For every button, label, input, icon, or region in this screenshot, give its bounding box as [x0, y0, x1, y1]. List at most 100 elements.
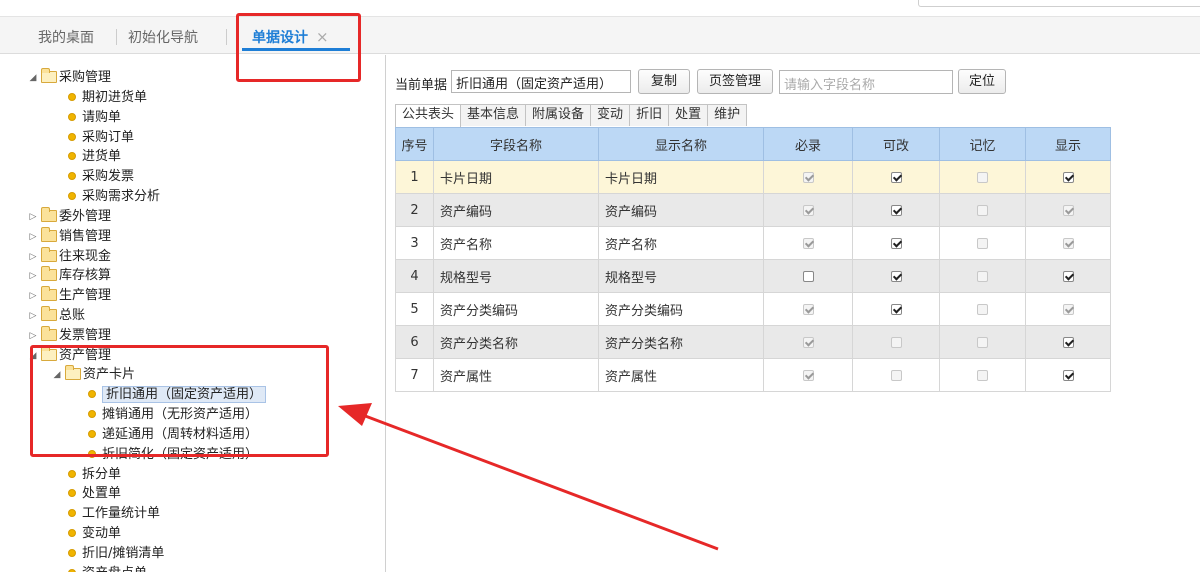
expanded-arrow-icon[interactable]: ◢ — [52, 365, 62, 385]
table-row[interactable]: 2 资产编码 资产编码 — [395, 193, 1111, 227]
tree-item-label: 请购单 — [82, 110, 122, 125]
show-checkbox[interactable] — [1062, 336, 1074, 348]
show-cell — [1025, 259, 1111, 293]
tree-leaf[interactable]: 资产盘点单 — [68, 564, 147, 572]
tree-leaf[interactable]: 摊销通用（无形资产适用） — [88, 405, 258, 425]
sub-tab[interactable]: 折旧 — [629, 104, 670, 126]
tree-leaf[interactable]: 处置单 — [68, 484, 121, 504]
tree-folder[interactable]: ◢ 资产卡片 — [52, 364, 136, 385]
table-row[interactable]: 4 规格型号 规格型号 — [395, 259, 1111, 293]
top-strip — [0, 0, 1200, 17]
collapsed-arrow-icon[interactable]: ▷ — [28, 207, 38, 227]
editable-checkbox[interactable] — [890, 270, 902, 282]
sub-tab[interactable]: 公共表头 — [395, 104, 462, 127]
tree-folder[interactable]: ▷ 往来现金 — [28, 246, 111, 267]
tree-leaf[interactable]: 进货单 — [68, 147, 121, 167]
editable-checkbox — [890, 369, 902, 381]
tree-folder[interactable]: ◢ 资产管理 — [28, 345, 111, 366]
display-name: 资产分类名称 — [598, 325, 764, 359]
document-dot-icon — [88, 409, 96, 418]
tree-leaf[interactable]: 采购发票 — [68, 167, 134, 187]
tree-folder[interactable]: ▷ 生产管理 — [28, 285, 112, 306]
folder-icon — [65, 364, 81, 380]
tree-folder[interactable]: ▷ 发票管理 — [28, 325, 111, 346]
sub-tab[interactable]: 维护 — [707, 104, 748, 126]
collapsed-arrow-icon[interactable]: ▷ — [28, 286, 38, 306]
tree-folder[interactable]: ▷ 库存核算 — [28, 265, 111, 286]
expanded-arrow-icon[interactable]: ◢ — [28, 346, 38, 366]
tree-leaf[interactable]: 折旧通用（固定资产适用） — [88, 385, 267, 405]
tab-init-nav[interactable]: 初始化导航 — [128, 27, 198, 47]
required-checkbox — [802, 303, 814, 315]
table-row[interactable]: 7 资产属性 资产属性 — [395, 358, 1111, 392]
expanded-arrow-icon[interactable]: ◢ — [28, 68, 38, 88]
tree-leaf[interactable]: 折旧简化（固定资产适用） — [88, 445, 258, 465]
sub-tab[interactable]: 处置 — [668, 104, 709, 126]
tree-item-label: 生产管理 — [59, 288, 112, 303]
show-checkbox[interactable] — [1062, 171, 1074, 183]
memory-cell — [939, 325, 1026, 359]
table-row[interactable]: 6 资产分类名称 资产分类名称 — [395, 325, 1111, 359]
editable-checkbox[interactable] — [890, 204, 902, 216]
tree-folder[interactable]: ▷ 总账 — [28, 305, 85, 326]
tree-leaf[interactable]: 采购订单 — [68, 128, 134, 148]
tree-leaf[interactable]: 递延通用（周转材料适用） — [88, 425, 258, 445]
memory-checkbox — [977, 237, 988, 249]
tree-folder[interactable]: ▷ 委外管理 — [28, 206, 111, 227]
collapsed-arrow-icon[interactable]: ▷ — [28, 227, 38, 247]
table-row[interactable]: 3 资产名称 资产名称 — [395, 226, 1111, 260]
table-row[interactable]: 1 卡片日期 卡片日期 — [395, 160, 1111, 194]
collapsed-arrow-icon[interactable]: ▷ — [28, 247, 38, 267]
tree-item-label: 销售管理 — [59, 229, 112, 244]
collapsed-arrow-icon[interactable]: ▷ — [28, 266, 38, 286]
display-name: 卡片日期 — [598, 160, 764, 194]
page-manage-button[interactable]: 页签管理 — [697, 69, 773, 94]
editable-checkbox[interactable] — [890, 171, 902, 183]
required-cell — [763, 226, 853, 260]
tree-item-label: 资产卡片 — [83, 367, 136, 382]
column-header: 可改 — [852, 127, 940, 161]
field-name: 资产属性 — [433, 358, 599, 392]
sub-tab[interactable]: 基本信息 — [460, 104, 527, 126]
current-doc-select[interactable]: 折旧通用（固定资产适用） — [451, 70, 631, 93]
collapsed-arrow-icon[interactable]: ▷ — [28, 326, 38, 346]
field-grid: 序号 字段名称 显示名称 必录 可改 记忆 显示 1 卡片日期 卡片日期 2 资产编码 资产编码 3 资产… — [395, 127, 1111, 392]
memory-checkbox — [977, 270, 988, 282]
tree-item-label: 进货单 — [82, 149, 122, 164]
close-icon[interactable]: × — [316, 28, 329, 46]
field-search-input[interactable]: 请输入字段名称 — [779, 70, 953, 94]
editable-cell — [852, 325, 940, 359]
tree-leaf[interactable]: 变动单 — [68, 524, 121, 544]
tree-leaf[interactable]: 期初进货单 — [68, 88, 147, 108]
collapsed-arrow-icon[interactable]: ▷ — [28, 306, 38, 326]
sub-tab[interactable]: 附属设备 — [525, 104, 592, 126]
tree-leaf[interactable]: 拆分单 — [68, 465, 121, 485]
column-header: 必录 — [763, 127, 853, 161]
editable-checkbox[interactable] — [890, 237, 902, 249]
column-header: 序号 — [395, 127, 434, 161]
copy-button[interactable]: 复制 — [638, 69, 690, 94]
tree-leaf[interactable]: 工作量统计单 — [68, 504, 160, 524]
editable-checkbox[interactable] — [890, 303, 902, 315]
tree-leaf[interactable]: 采购需求分析 — [68, 187, 160, 207]
tree-item-label: 采购发票 — [82, 169, 135, 184]
sub-tab[interactable]: 变动 — [590, 104, 631, 126]
show-checkbox[interactable] — [1062, 369, 1074, 381]
document-dot-icon — [68, 469, 76, 478]
document-dot-icon — [68, 548, 76, 557]
memory-checkbox — [977, 336, 988, 348]
locate-button[interactable]: 定位 — [958, 69, 1006, 94]
tree-leaf[interactable]: 请购单 — [68, 108, 121, 128]
required-checkbox[interactable] — [802, 270, 814, 282]
tab-my-desktop[interactable]: 我的桌面 — [38, 27, 94, 47]
tree-folder[interactable]: ◢ 采购管理 — [28, 67, 111, 88]
table-row[interactable]: 5 资产分类编码 资产分类编码 — [395, 292, 1111, 326]
tree-item-label: 资产盘点单 — [82, 566, 147, 572]
tree-leaf[interactable]: 折旧/摊销清单 — [68, 544, 164, 564]
tab-document-design[interactable]: 单据设计 × — [252, 27, 329, 47]
document-dot-icon — [68, 508, 76, 517]
tree-folder[interactable]: ▷ 销售管理 — [28, 226, 112, 247]
required-checkbox — [802, 336, 814, 348]
show-checkbox[interactable] — [1062, 270, 1074, 282]
display-name: 规格型号 — [598, 259, 764, 293]
